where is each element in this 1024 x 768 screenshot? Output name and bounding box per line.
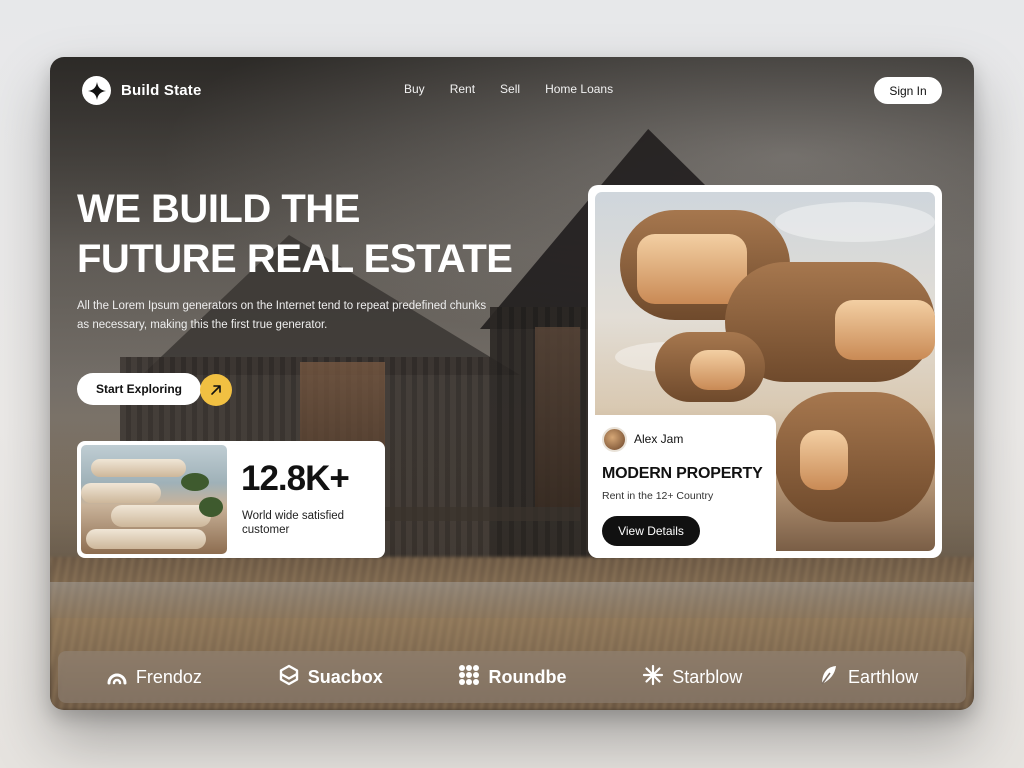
partner-name: Starblow xyxy=(672,666,743,687)
hero-title: WE BUILD THE FUTURE REAL ESTATE xyxy=(77,184,557,284)
start-exploring-button[interactable]: Start Exploring xyxy=(77,373,202,405)
stat-card: 12.8K+ World wide satisfied customer xyxy=(77,441,385,558)
star-burst-icon xyxy=(642,664,664,691)
partner-logo-starblow: Starblow xyxy=(642,664,742,691)
stat-card-image xyxy=(81,445,227,554)
partner-logo-suacbox: Suacbox xyxy=(278,664,383,691)
hero-description: All the Lorem Ipsum generators on the In… xyxy=(77,300,487,331)
nav-item-rent[interactable]: Rent xyxy=(450,82,475,96)
arc-icon xyxy=(106,664,128,691)
partner-name: Earthlow xyxy=(848,666,919,687)
top-nav: Build State Buy Rent Sell Home Loans Sig… xyxy=(50,57,974,127)
house-deck xyxy=(380,507,580,521)
property-card: Alex Jam MODERN PROPERTY Rent in the 12+… xyxy=(588,185,942,558)
leaf-icon xyxy=(818,664,840,691)
partner-logos-bar: Frendoz Suacbox Roundbe Starblow Earthlo… xyxy=(58,651,966,703)
view-details-button[interactable]: View Details xyxy=(602,516,700,546)
partner-logo-frendoz: Frendoz xyxy=(106,664,202,691)
arrow-up-right-icon[interactable] xyxy=(200,374,232,406)
nav-item-sell[interactable]: Sell xyxy=(500,82,520,96)
sparkle-icon xyxy=(82,76,111,105)
partner-logo-roundbe: Roundbe xyxy=(458,664,566,691)
partner-logo-earthlow: Earthlow xyxy=(818,664,918,691)
agent-name: Alex Jam xyxy=(634,432,684,446)
water-reflection xyxy=(50,582,974,618)
house-window-right xyxy=(535,327,580,507)
cube-icon xyxy=(278,664,300,691)
landing-page-window: Build State Buy Rent Sell Home Loans Sig… xyxy=(50,57,974,710)
hero-title-line1: WE BUILD THE xyxy=(77,187,360,231)
sign-in-button[interactable]: Sign In xyxy=(874,77,942,104)
brand[interactable]: Build State xyxy=(82,76,202,105)
property-info-panel: Alex Jam MODERN PROPERTY Rent in the 12+… xyxy=(588,415,776,558)
dots-grid-icon xyxy=(458,664,480,691)
stat-label: World wide satisfied customer xyxy=(242,510,345,536)
avatar xyxy=(602,427,627,452)
partner-name: Roundbe xyxy=(488,666,567,687)
nav-item-buy[interactable]: Buy xyxy=(404,82,425,96)
property-subtitle: Rent in the 12+ Country xyxy=(602,490,714,502)
nav-item-home-loans[interactable]: Home Loans xyxy=(545,82,613,96)
partner-name: Frendoz xyxy=(135,666,202,687)
stat-value: 12.8K+ xyxy=(241,459,350,498)
property-title: MODERN PROPERTY xyxy=(602,465,763,482)
brand-name: Build State xyxy=(121,82,202,99)
partner-name: Suacbox xyxy=(307,666,383,687)
main-menu: Buy Rent Sell Home Loans xyxy=(404,82,613,96)
hero-title-line2: FUTURE REAL ESTATE xyxy=(77,237,513,281)
